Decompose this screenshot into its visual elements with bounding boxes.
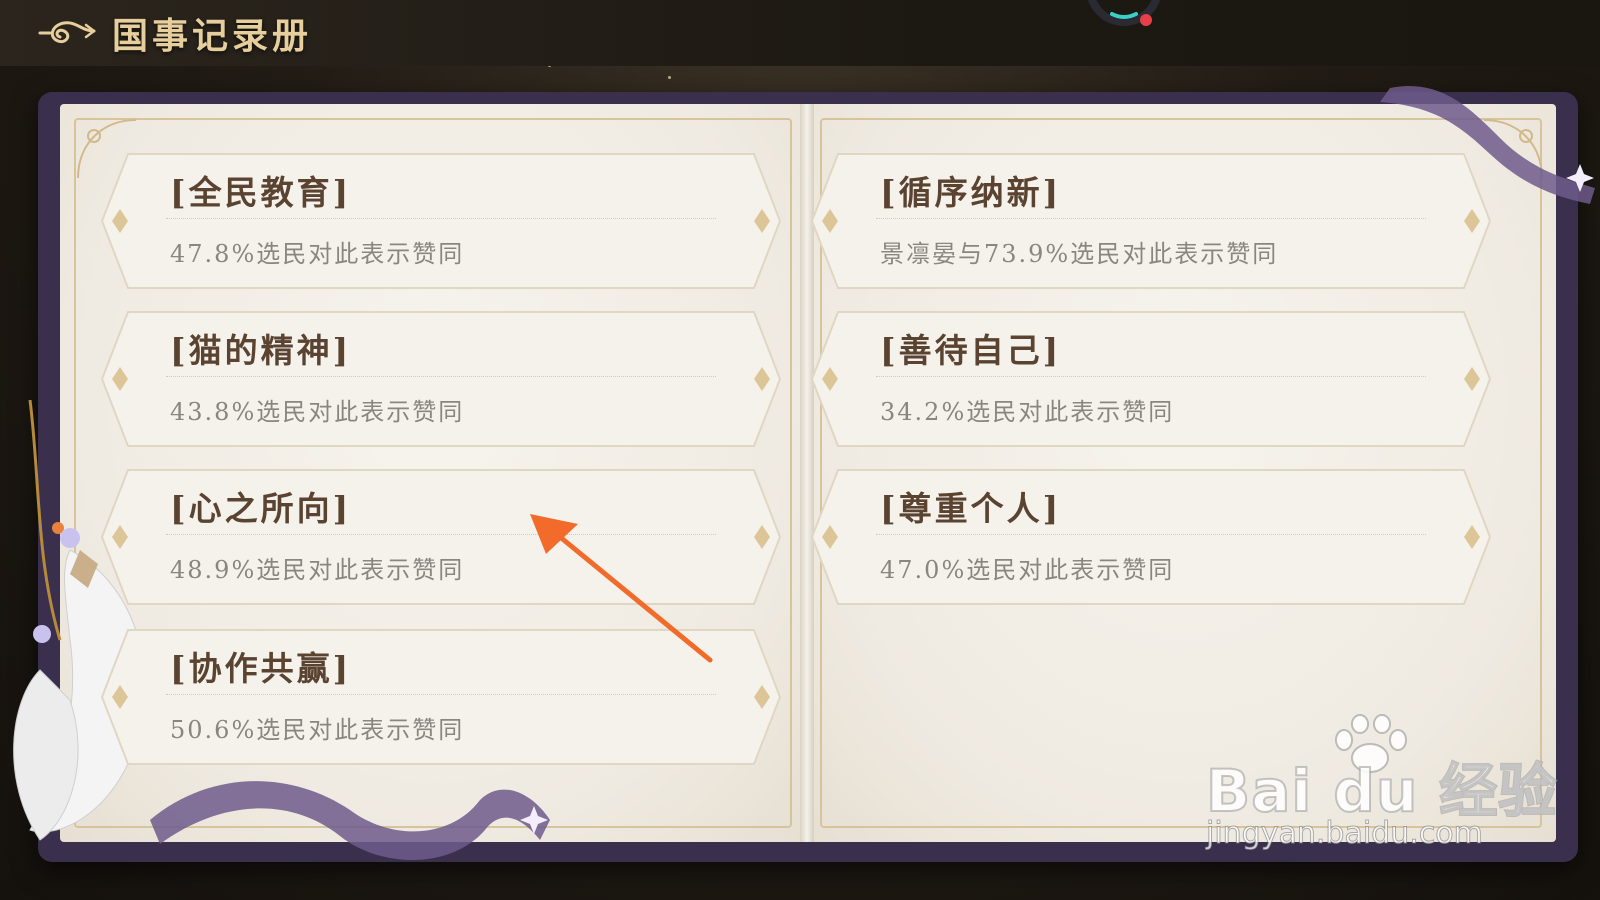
policy-card-zunzhong-geren[interactable]: [尊重个人] 47.0%选民对此表示赞同 bbox=[810, 466, 1492, 608]
swirl-back-icon[interactable] bbox=[36, 13, 98, 53]
annotation-arrow-icon bbox=[530, 514, 713, 663]
policy-card-mao-de-jingshen[interactable]: [猫的精神] 43.8%选民对此表示赞同 bbox=[100, 308, 782, 450]
page-title: 国事记录册 bbox=[112, 15, 313, 57]
card-approval-text: 48.9%选民对此表示赞同 bbox=[170, 556, 465, 584]
watermark-url: jingyan.baidu.com bbox=[1206, 816, 1484, 852]
policy-card-quanmin-jiaoyu[interactable]: [全民教育] 47.8%选民对此表示赞同 bbox=[100, 150, 782, 292]
card-title: [尊重个人] bbox=[880, 489, 1062, 528]
card-title: [心之所向] bbox=[170, 489, 352, 528]
card-approval-text: 50.6%选民对此表示赞同 bbox=[170, 716, 465, 744]
card-approval-text: 47.0%选民对此表示赞同 bbox=[880, 556, 1175, 584]
title-group: 国事记录册 bbox=[36, 8, 312, 58]
card-title: [全民教育] bbox=[170, 173, 352, 212]
ribbon-decoration bbox=[150, 781, 550, 861]
card-approval-text: 47.8%选民对此表示赞同 bbox=[170, 240, 465, 268]
card-title: [协作共赢] bbox=[170, 649, 352, 688]
policy-card-xunxu-naxin[interactable]: [循序纳新] 景凛晏与73.9%选民对此表示赞同 bbox=[810, 150, 1492, 292]
card-title: [善待自己] bbox=[880, 331, 1062, 370]
card-divider bbox=[876, 218, 1426, 219]
policy-card-shandai-ziji[interactable]: [善待自己] 34.2%选民对此表示赞同 bbox=[810, 308, 1492, 450]
card-title: [循序纳新] bbox=[880, 173, 1062, 212]
baidu-watermark: Bai du 经验 jingyan.baidu.com bbox=[1200, 714, 1580, 864]
card-approval-text: 34.2%选民对此表示赞同 bbox=[880, 398, 1175, 426]
sparkle bbox=[668, 76, 671, 79]
card-divider bbox=[166, 694, 716, 695]
card-divider bbox=[166, 218, 716, 219]
card-approval-text: 43.8%选民对此表示赞同 bbox=[170, 398, 465, 426]
card-title: [猫的精神] bbox=[170, 331, 352, 370]
top-bar: 国事记录册 bbox=[0, 0, 1600, 66]
card-divider bbox=[166, 376, 716, 377]
card-divider bbox=[876, 534, 1426, 535]
emblem-icon bbox=[1087, 0, 1161, 26]
card-approval-text: 景凛晏与73.9%选民对此表示赞同 bbox=[880, 240, 1279, 268]
card-divider bbox=[876, 376, 1426, 377]
